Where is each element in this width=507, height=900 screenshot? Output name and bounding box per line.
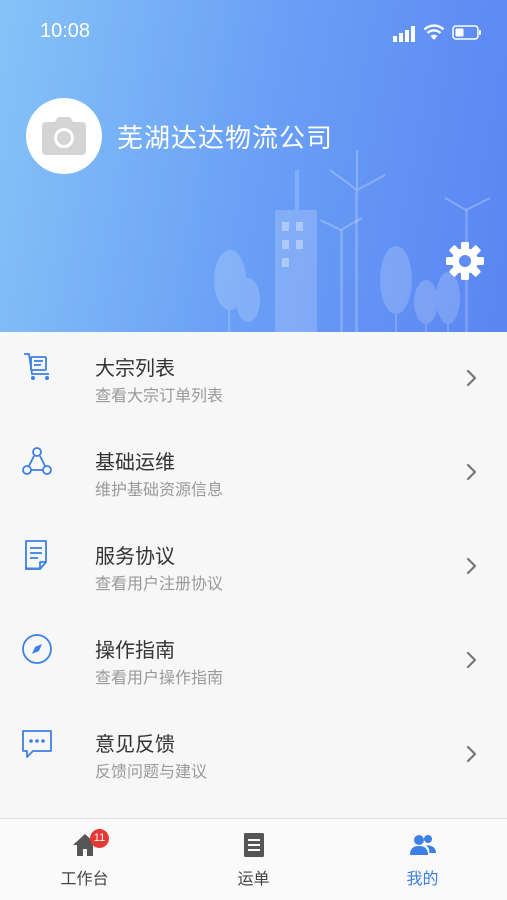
menu-list: 大宗列表 查看大宗订单列表 基础运维 维护基础资源信息 服务协议 查看用户注册协… <box>0 332 507 802</box>
menu-subtitle: 反馈问题与建议 <box>95 762 208 781</box>
compass-icon <box>22 634 52 664</box>
menu-title: 基础运维 <box>95 450 175 474</box>
menu-subtitle: 查看用户注册协议 <box>95 574 224 593</box>
tab-workbench[interactable]: 11 工作台 <box>0 819 169 900</box>
cellular-signal-icon <box>393 26 415 42</box>
chevron-right-icon <box>466 745 477 763</box>
menu-item-operation-guide[interactable]: 操作指南 查看用户操作指南 <box>0 614 507 708</box>
status-bar: 10:08 <box>0 0 507 66</box>
tab-mine[interactable]: 我的 <box>338 819 507 900</box>
chat-bubble-icon <box>22 730 52 758</box>
battery-icon <box>452 25 481 40</box>
menu-subtitle: 查看用户操作指南 <box>95 668 224 687</box>
company-name: 芜湖达达物流公司 <box>117 124 334 154</box>
menu-title: 大宗列表 <box>95 356 175 380</box>
menu-subtitle: 维护基础资源信息 <box>95 480 224 499</box>
menu-item-feedback[interactable]: 意见反馈 反馈问题与建议 <box>0 708 507 802</box>
menu-title: 操作指南 <box>95 638 175 662</box>
chevron-right-icon <box>466 463 477 481</box>
bottom-tab-bar: 11 工作台 运单 我的 <box>0 818 507 900</box>
status-time: 10:08 <box>40 20 91 42</box>
chevron-right-icon <box>466 369 477 387</box>
menu-item-service-agreement[interactable]: 服务协议 查看用户注册协议 <box>0 520 507 614</box>
settings-gear-icon[interactable] <box>444 240 486 282</box>
menu-item-basic-ops[interactable]: 基础运维 维护基础资源信息 <box>0 426 507 520</box>
cart-icon <box>24 353 49 380</box>
tab-label: 我的 <box>406 869 439 888</box>
wifi-icon <box>423 24 445 40</box>
avatar[interactable] <box>26 98 102 174</box>
menu-item-bulk-list[interactable]: 大宗列表 查看大宗订单列表 <box>0 332 507 426</box>
menu-title: 服务协议 <box>95 544 175 568</box>
tab-waybill[interactable]: 运单 <box>169 819 338 900</box>
notification-badge: 11 <box>90 829 109 848</box>
tab-label: 运单 <box>237 869 270 888</box>
menu-title: 意见反馈 <box>95 732 175 756</box>
people-icon <box>410 835 436 855</box>
chevron-right-icon <box>466 651 477 669</box>
network-icon <box>22 447 52 475</box>
camera-icon <box>42 117 86 155</box>
profile-header: 10:08 芜湖达达物流公司 <box>0 0 507 332</box>
waybill-icon <box>244 833 264 857</box>
tab-label: 工作台 <box>60 869 109 888</box>
document-icon <box>25 540 47 570</box>
menu-subtitle: 查看大宗订单列表 <box>95 386 224 405</box>
chevron-right-icon <box>466 557 477 575</box>
